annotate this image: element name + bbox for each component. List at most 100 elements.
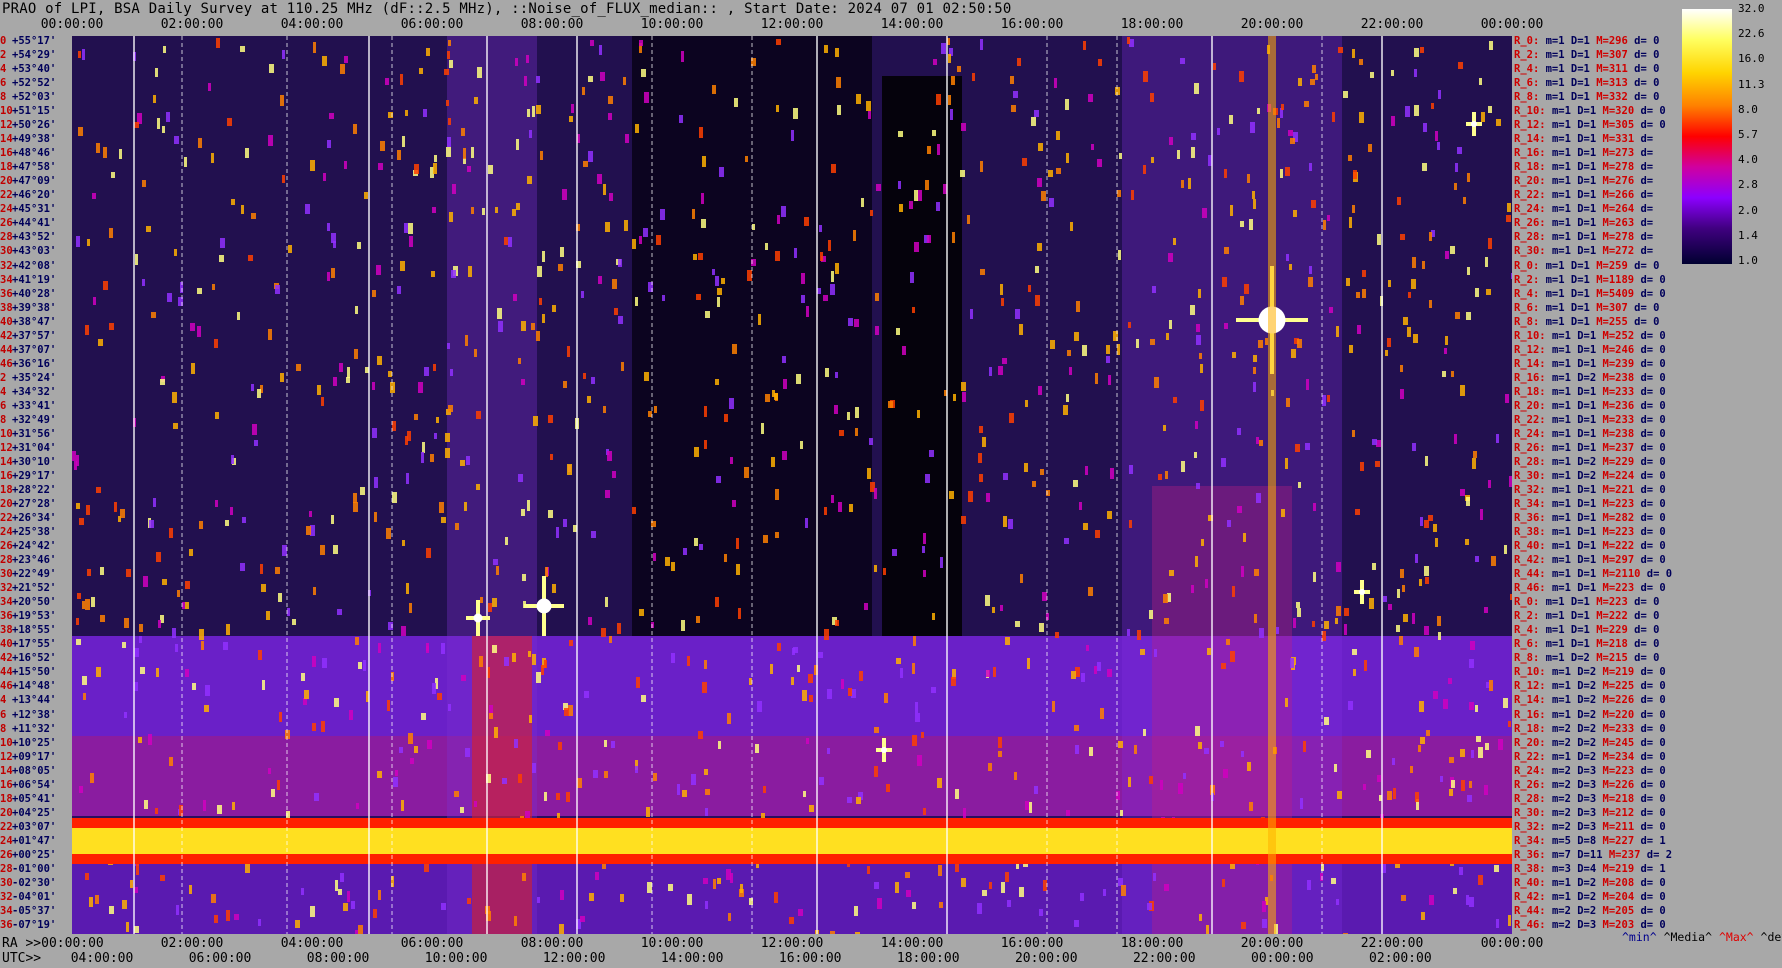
noise-speckle <box>1207 648 1211 655</box>
stat-d: D=2 <box>1577 469 1603 482</box>
noise-speckle <box>527 176 532 184</box>
beam-stats-row: R_14: m=1 D=1 M=239 d= 0 <box>1514 358 1666 370</box>
noise-speckle <box>545 730 550 736</box>
noise-speckle <box>791 677 794 685</box>
noise-speckle <box>85 325 89 335</box>
noise-speckle <box>1143 71 1148 82</box>
stat-dv: d= 0 <box>1634 49 1660 62</box>
noise-speckle <box>560 890 564 900</box>
noise-speckle <box>90 773 94 783</box>
declination-value: +33°41' <box>12 399 57 412</box>
noise-speckle <box>1494 865 1499 872</box>
stat-m: m=1 <box>1551 666 1578 679</box>
declination-value: +43°03' <box>12 245 57 258</box>
noise-speckle <box>1010 76 1014 84</box>
stat-r: R_44: <box>1514 568 1552 581</box>
noise-speckle <box>583 373 586 379</box>
noise-speckle <box>1008 519 1013 529</box>
noise-speckle <box>618 259 622 267</box>
beam-stats-row: R_44: m=2 D=2 M=205 d= 0 <box>1514 905 1666 917</box>
noise-speckle <box>836 77 841 88</box>
declination-label: 16+29°17' <box>0 470 56 482</box>
stat-m: m=5 <box>1551 834 1578 847</box>
stat-dv: d= 0 <box>1640 820 1666 833</box>
stat-mm: M=245 <box>1602 736 1641 749</box>
stat-m: m=1 <box>1551 399 1578 412</box>
noise-speckle <box>1259 628 1264 638</box>
noise-speckle <box>337 609 342 615</box>
stat-d: D=1 <box>1577 189 1603 202</box>
stat-dv: d= 0 <box>1640 694 1666 707</box>
noise-speckle <box>355 637 359 645</box>
noise-speckle <box>1359 59 1363 65</box>
noise-speckle <box>1083 41 1086 50</box>
noise-speckle <box>905 872 910 878</box>
noise-speckle <box>567 346 570 357</box>
noise-speckle <box>682 790 687 797</box>
noise-speckle <box>1295 444 1300 452</box>
beam-stats-row: R_22: m=1 D=1 M=266 d= <box>1514 190 1653 201</box>
noise-speckle <box>1315 74 1318 80</box>
stat-mm: M=218 <box>1602 792 1641 805</box>
beam-stats-row: R_36: m=7 D=11 M=237 d= 2 <box>1514 849 1672 861</box>
noise-speckle <box>598 276 602 284</box>
stat-d: D=2 <box>1577 694 1603 707</box>
noise-speckle <box>617 623 621 634</box>
noise-speckle <box>1400 569 1404 578</box>
noise-speckle <box>136 864 139 875</box>
noise-speckle <box>169 528 173 538</box>
stat-dv: d= <box>1640 189 1654 202</box>
ra-axis-tick: 14:00:00 <box>880 936 944 951</box>
noise-speckle <box>1000 284 1003 295</box>
noise-speckle <box>777 215 780 224</box>
noise-speckle <box>868 111 871 119</box>
noise-speckle <box>1240 221 1244 227</box>
noise-speckle <box>1118 250 1121 260</box>
noise-speckle <box>1286 398 1290 407</box>
noise-speckle <box>635 297 638 306</box>
noise-speckle <box>1095 530 1100 538</box>
noise-speckle <box>1256 493 1261 503</box>
stat-dv: d= 0 <box>1634 77 1660 90</box>
noise-speckle <box>841 679 844 689</box>
noise-speckle <box>1423 123 1427 132</box>
noise-speckle <box>1281 104 1284 110</box>
noise-speckle <box>1013 91 1018 98</box>
noise-speckle <box>1332 112 1335 122</box>
noise-speckle <box>418 382 423 393</box>
declination-value: +09°17' <box>12 750 57 763</box>
noise-speckle <box>358 662 362 669</box>
noise-speckle <box>1052 701 1055 712</box>
noise-speckle <box>157 118 160 129</box>
stat-m: m=2 <box>1551 736 1578 749</box>
noise-speckle <box>464 502 467 511</box>
noise-speckle <box>740 884 743 893</box>
stat-dv: d= 0 <box>1634 596 1660 609</box>
stat-mm: M=273 <box>1602 147 1641 160</box>
stat-d: D=1 <box>1570 287 1597 300</box>
noise-speckle <box>404 223 408 233</box>
noise-speckle <box>581 291 584 298</box>
noise-speckle <box>305 204 310 214</box>
declination-label: 36-07°19' <box>0 919 56 931</box>
noise-speckle <box>363 660 366 671</box>
beam-index: 2 <box>0 371 7 384</box>
stat-d: D=1 <box>1577 133 1603 146</box>
noise-speckle <box>1440 776 1443 782</box>
stat-r: R_46: <box>1514 918 1552 931</box>
beam-stats-row: R_26: m=1 D=1 M=237 d= 0 <box>1514 442 1666 454</box>
declination-label: 32+21°52' <box>0 583 56 594</box>
noise-speckle <box>130 880 133 888</box>
noise-speckle <box>980 269 985 275</box>
noise-speckle <box>1034 786 1038 794</box>
noise-speckle <box>1421 912 1425 920</box>
noise-speckle <box>1466 895 1469 905</box>
noise-speckle <box>783 379 787 389</box>
noise-speckle <box>531 323 535 330</box>
stat-r: R_6: <box>1514 638 1546 651</box>
noise-speckle <box>347 367 350 378</box>
noise-speckle <box>1496 434 1499 443</box>
noise-speckle <box>1002 358 1007 364</box>
noise-speckle <box>820 252 823 261</box>
noise-speckle <box>184 157 187 167</box>
